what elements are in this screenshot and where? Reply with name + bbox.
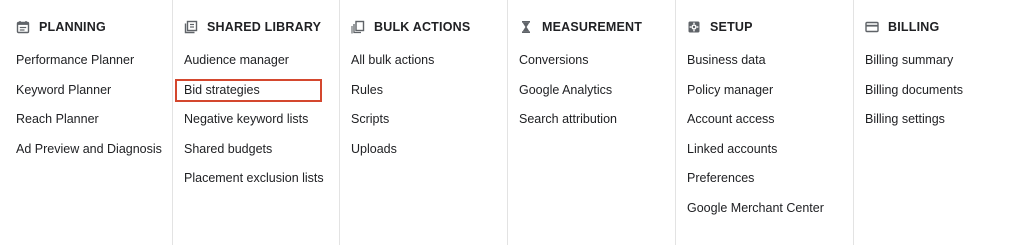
menu-item-ad-preview-and-diagnosis[interactable]: Ad Preview and Diagnosis — [16, 138, 162, 160]
menu-item-audience-manager[interactable]: Audience manager — [184, 49, 289, 71]
bulk-actions-icon — [351, 20, 365, 34]
menu-item-billing-summary[interactable]: Billing summary — [865, 49, 953, 71]
column-planning: PLANNING Performance Planner Keyword Pla… — [16, 0, 171, 245]
credit-card-icon — [865, 20, 879, 34]
menu-item-negative-keyword-lists[interactable]: Negative keyword lists — [184, 108, 308, 130]
menu-item-rules[interactable]: Rules — [351, 79, 383, 101]
menu-item-account-access[interactable]: Account access — [687, 108, 775, 130]
column-measurement: MEASUREMENT Conversions Google Analytics… — [507, 0, 674, 245]
planner-icon — [16, 20, 30, 34]
column-header-bulk-actions: BULK ACTIONS — [351, 18, 470, 36]
column-title: BILLING — [888, 20, 940, 34]
column-setup: SETUP Business data Policy manager Accou… — [675, 0, 852, 245]
menu-item-google-analytics[interactable]: Google Analytics — [519, 79, 612, 101]
menu-item-reach-planner[interactable]: Reach Planner — [16, 108, 99, 130]
column-header-shared-library: SHARED LIBRARY — [184, 18, 321, 36]
menu-item-billing-documents[interactable]: Billing documents — [865, 79, 963, 101]
column-bulk-actions: BULK ACTIONS All bulk actions Rules Scri… — [339, 0, 506, 245]
column-title: SHARED LIBRARY — [207, 20, 322, 34]
column-billing: BILLING Billing summary Billing document… — [853, 0, 1024, 245]
menu-item-performance-planner[interactable]: Performance Planner — [16, 49, 134, 71]
menu-item-keyword-planner[interactable]: Keyword Planner — [16, 79, 111, 101]
gear-icon — [687, 20, 701, 34]
column-title: BULK ACTIONS — [374, 20, 471, 34]
menu-item-placement-exclusion-lists[interactable]: Placement exclusion lists — [184, 167, 324, 189]
menu-item-search-attribution[interactable]: Search attribution — [519, 108, 617, 130]
column-title: MEASUREMENT — [542, 20, 643, 34]
column-header-measurement: MEASUREMENT — [519, 18, 642, 36]
column-title: PLANNING — [39, 20, 106, 34]
menu-item-uploads[interactable]: Uploads — [351, 138, 397, 160]
menu-item-business-data[interactable]: Business data — [687, 49, 766, 71]
column-header-planning: PLANNING — [16, 18, 106, 36]
menu-item-billing-settings[interactable]: Billing settings — [865, 108, 945, 130]
tools-menu: PLANNING Performance Planner Keyword Pla… — [0, 0, 1024, 245]
menu-item-conversions[interactable]: Conversions — [519, 49, 588, 71]
menu-item-shared-budgets[interactable]: Shared budgets — [184, 138, 272, 160]
column-title: SETUP — [710, 20, 753, 34]
menu-item-google-merchant-center[interactable]: Google Merchant Center — [687, 197, 824, 219]
menu-item-policy-manager[interactable]: Policy manager — [687, 79, 773, 101]
menu-item-all-bulk-actions[interactable]: All bulk actions — [351, 49, 434, 71]
menu-item-bid-strategies[interactable]: Bid strategies — [184, 79, 260, 101]
hourglass-icon — [519, 20, 533, 34]
menu-item-linked-accounts[interactable]: Linked accounts — [687, 138, 777, 160]
menu-item-preferences[interactable]: Preferences — [687, 167, 754, 189]
menu-item-scripts[interactable]: Scripts — [351, 108, 389, 130]
column-header-setup: SETUP — [687, 18, 753, 36]
column-header-billing: BILLING — [865, 18, 939, 36]
library-icon — [184, 20, 198, 34]
column-shared-library: SHARED LIBRARY Audience manager Bid stra… — [172, 0, 338, 245]
